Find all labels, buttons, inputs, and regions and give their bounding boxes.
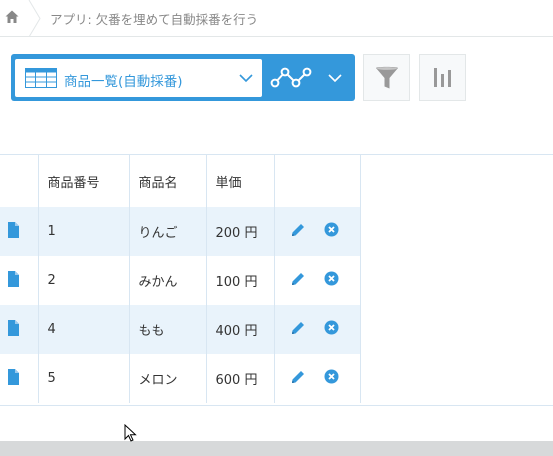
bar-chart-icon [434,68,451,87]
cell-number: 4 [38,305,130,354]
cell-number: 1 [38,207,130,256]
breadcrumb-separator [28,0,41,37]
table-row: 5 メロン 600 円 [0,354,361,403]
horizontal-scrollbar[interactable] [0,441,553,456]
cell-price: 100 円 [206,256,275,305]
delete-icon[interactable] [324,369,339,388]
column-header-price[interactable]: 単価 [206,155,275,207]
row-actions [274,256,361,305]
delete-icon[interactable] [324,271,339,290]
column-header-icon [0,155,39,207]
cell-number: 2 [38,256,130,305]
cell-price: 600 円 [206,354,275,403]
column-header-actions [274,155,361,207]
cell-name: りんご [129,207,207,256]
table-row: 4 もも 400 円 [0,305,361,354]
document-icon[interactable] [7,319,20,336]
app-title[interactable]: アプリ: 欠番を埋めて自動採番を行う [50,9,258,28]
row-actions [274,207,361,256]
view-name: 商品一覧(自動採番) [64,74,183,90]
table-row: 2 みかん 100 円 [0,256,361,305]
graph-button[interactable] [265,59,321,97]
record-detail-cell[interactable] [0,305,39,354]
pencil-icon[interactable] [290,222,306,242]
filter-button[interactable] [363,54,410,101]
delete-icon[interactable] [324,222,339,241]
mouse-cursor-icon [124,424,137,442]
row-actions [274,354,361,403]
cell-price: 200 円 [206,207,275,256]
document-icon[interactable] [7,221,20,238]
table-header-row: 商品番号 商品名 単価 [0,155,361,207]
pencil-icon[interactable] [290,369,306,389]
record-detail-cell[interactable] [0,207,39,256]
document-icon[interactable] [7,270,20,287]
graph-menu-toggle[interactable] [321,59,351,97]
line-graph-icon [270,67,312,88]
chevron-down-icon [239,74,253,83]
record-detail-cell[interactable] [0,256,39,305]
column-header-name[interactable]: 商品名 [129,155,207,207]
document-icon[interactable] [7,368,20,385]
pencil-icon[interactable] [290,320,306,340]
view-selector[interactable]: 商品一覧(自動採番) [15,59,262,97]
record-list-table: 商品番号 商品名 単価 1 りんご 200 円 2 みかん 100 円 4 もも… [0,155,361,403]
cell-name: みかん [129,256,207,305]
table-bottom-border [0,405,553,406]
pencil-icon[interactable] [290,271,306,291]
chart-button[interactable] [419,54,466,101]
column-header-number[interactable]: 商品番号 [38,155,130,207]
cell-number: 5 [38,354,130,403]
table-row: 1 りんご 200 円 [0,207,361,256]
funnel-icon [376,66,398,89]
cell-price: 400 円 [206,305,275,354]
chevron-down-icon [328,74,342,83]
record-detail-cell[interactable] [0,354,39,403]
row-actions [274,305,361,354]
table-grid-icon [25,68,57,88]
cell-name: もも [129,305,207,354]
breadcrumb: アプリ: 欠番を埋めて自動採番を行う [0,0,553,37]
delete-icon[interactable] [324,320,339,339]
cell-name: メロン [129,354,207,403]
